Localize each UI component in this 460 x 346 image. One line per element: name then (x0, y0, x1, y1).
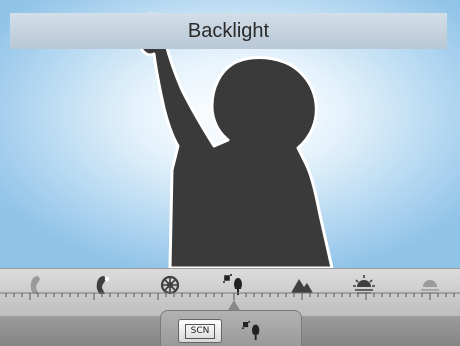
scene-title: Backlight (187, 20, 270, 42)
camera-scene-screen: Backlight SCN (0, 0, 460, 346)
scn-icon: SCN (185, 324, 215, 339)
scene-title-bar: Backlight (10, 13, 447, 49)
backlight-icon (241, 320, 260, 341)
scene-mode-button[interactable]: SCN (178, 319, 222, 343)
